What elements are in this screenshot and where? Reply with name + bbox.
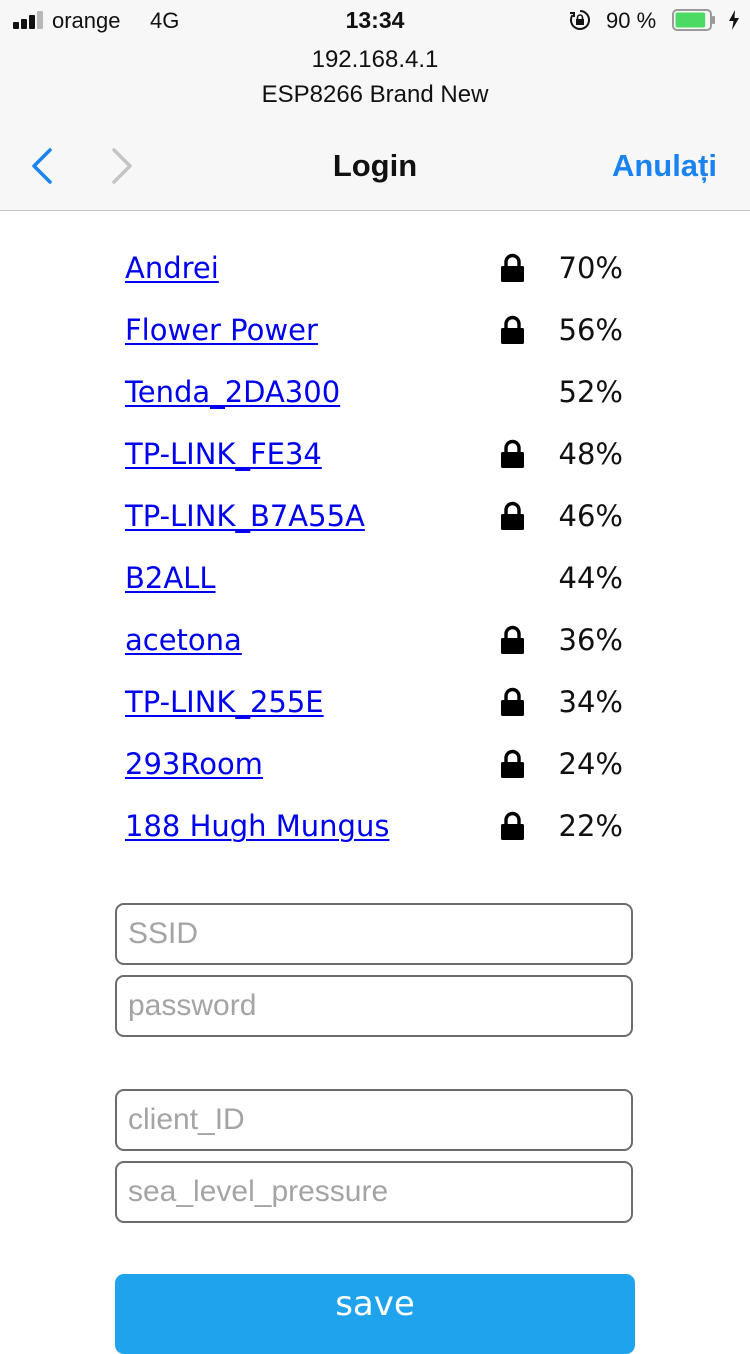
lock-icon xyxy=(501,811,524,840)
signal-strength: 52% xyxy=(558,375,623,409)
network-row: B2ALL 44% xyxy=(125,555,635,617)
signal-strength: 34% xyxy=(558,685,623,719)
signal-strength: 56% xyxy=(558,313,623,347)
network-link[interactable]: Andrei xyxy=(125,251,219,285)
network-link[interactable]: TP-LINK_B7A55A xyxy=(125,499,365,533)
network-link[interactable]: acetona xyxy=(125,623,242,657)
ssid-input[interactable] xyxy=(115,903,633,965)
network-row: TP-LINK_FE34 48% xyxy=(125,431,635,493)
browser-header: orange 4G 13:34 90 % 192.168.4.1 ESP8266… xyxy=(0,0,750,211)
lock-icon xyxy=(501,749,524,778)
lock-icon xyxy=(501,253,524,282)
network-row: TP-LINK_B7A55A 46% xyxy=(125,493,635,555)
sea-level-pressure-input[interactable] xyxy=(115,1161,633,1223)
network-list: Andrei 70% Flower Power 56% Tenda_2DA300… xyxy=(125,245,635,865)
network-row: 293Room 24% xyxy=(125,741,635,803)
signal-strength: 46% xyxy=(558,499,623,533)
signal-strength: 36% xyxy=(558,623,623,657)
network-row: Flower Power 56% xyxy=(125,307,635,369)
signal-strength: 48% xyxy=(558,437,623,471)
network-row: 188 Hugh Mungus 22% xyxy=(125,803,635,865)
page-host: 192.168.4.1 xyxy=(311,46,439,73)
network-row: acetona 36% xyxy=(125,617,635,679)
signal-strength: 24% xyxy=(558,747,623,781)
save-button[interactable]: save xyxy=(115,1274,635,1354)
battery-icon xyxy=(672,9,715,31)
network-link[interactable]: Tenda_2DA300 xyxy=(125,375,340,409)
network-link[interactable]: TP-LINK_255E xyxy=(125,685,324,719)
network-link[interactable]: 188 Hugh Mungus xyxy=(125,809,389,843)
lock-icon xyxy=(501,625,524,654)
status-bar: orange 4G 13:34 90 % xyxy=(0,0,750,40)
page-subtitle: ESP8266 Brand New xyxy=(261,81,489,108)
network-link[interactable]: B2ALL xyxy=(125,561,216,595)
signal-strength: 44% xyxy=(558,561,623,595)
lock-icon xyxy=(501,501,524,530)
rotation-lock-icon xyxy=(570,10,590,30)
network-link[interactable]: TP-LINK_FE34 xyxy=(125,437,322,471)
lock-icon xyxy=(501,439,524,468)
signal-strength: 22% xyxy=(558,809,623,843)
lock-icon xyxy=(501,687,524,716)
network-link[interactable]: Flower Power xyxy=(125,313,318,347)
password-input[interactable] xyxy=(115,975,633,1037)
network-row: Andrei 70% xyxy=(125,245,635,307)
lock-icon xyxy=(501,315,524,344)
cancel-button[interactable]: Anulați xyxy=(612,148,717,184)
client-id-input[interactable] xyxy=(115,1089,633,1151)
network-link[interactable]: 293Room xyxy=(125,747,263,781)
network-row: Tenda_2DA300 52% xyxy=(125,369,635,431)
network-row: TP-LINK_255E 34% xyxy=(125,679,635,741)
charging-bolt-icon xyxy=(729,10,739,30)
battery-percent: 90 % xyxy=(606,8,657,33)
signal-strength: 70% xyxy=(558,251,623,285)
